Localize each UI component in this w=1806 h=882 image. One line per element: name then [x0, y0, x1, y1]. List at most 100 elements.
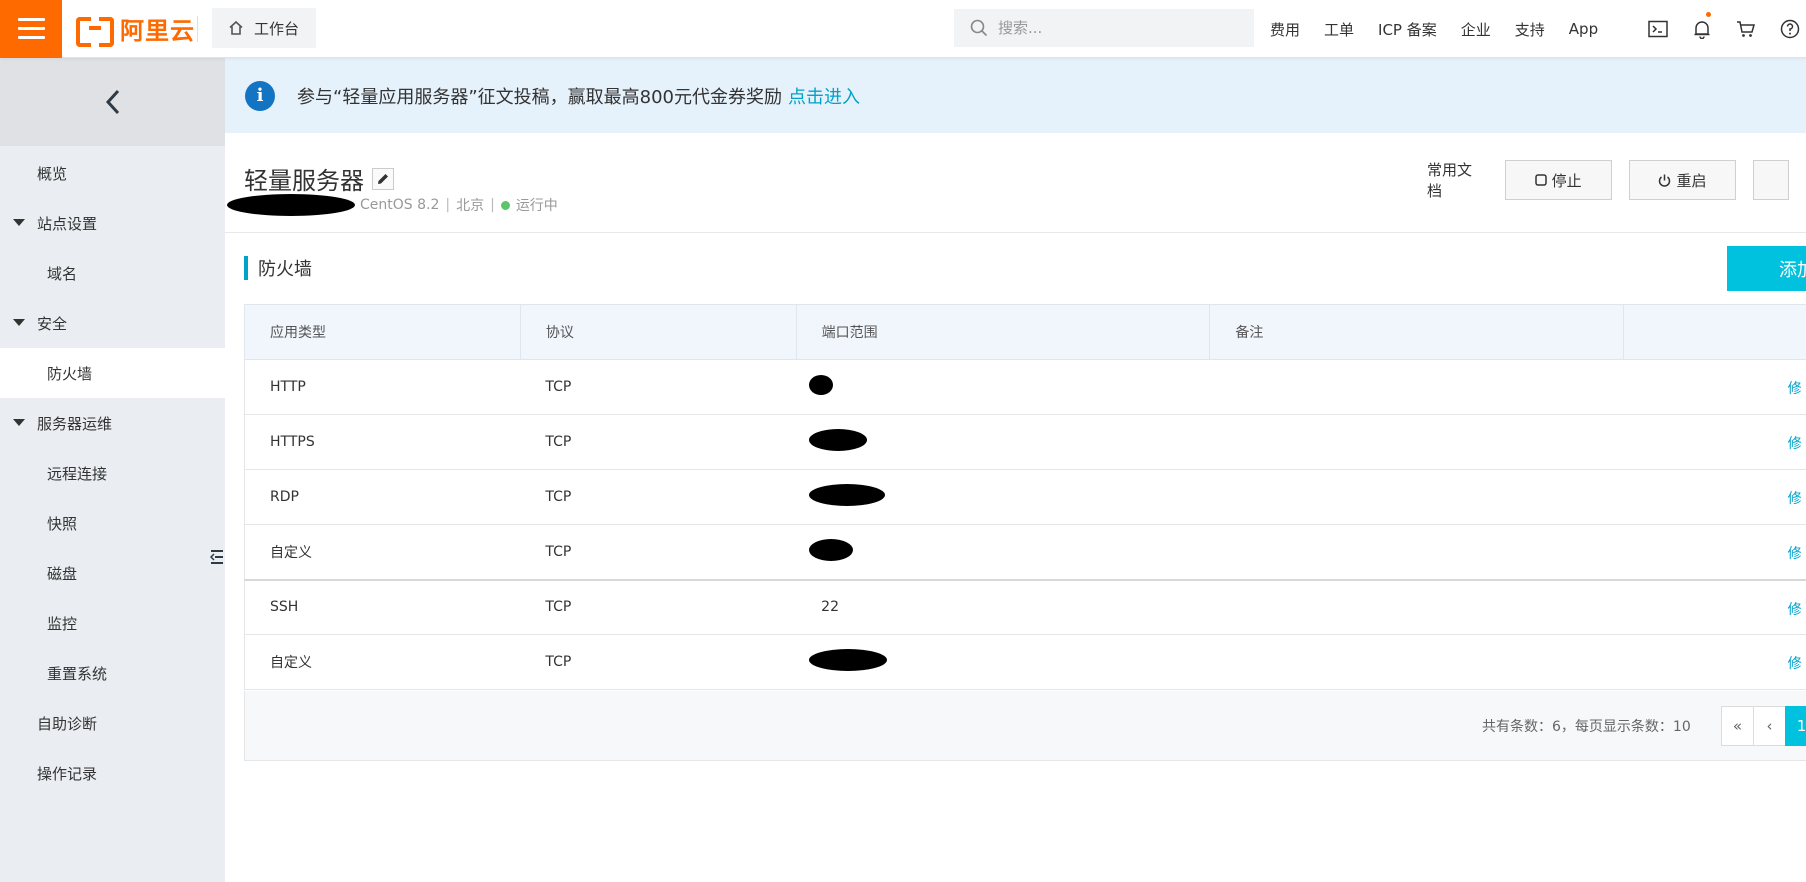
cart-icon[interactable] — [1724, 0, 1768, 58]
sidebar-item[interactable]: 站点设置 — [0, 198, 225, 248]
first-page-button[interactable]: « — [1721, 706, 1754, 746]
nav-enterprise[interactable]: 企业 — [1461, 19, 1491, 40]
nav-fees[interactable]: 费用 — [1270, 19, 1300, 40]
cell-note — [1209, 579, 1624, 635]
sidebar-item[interactable]: 重置系统 — [0, 648, 225, 698]
cell-note — [1209, 469, 1624, 525]
firewall-title: 防火墙 — [258, 259, 312, 280]
stop-label: 停止 — [1551, 171, 1582, 190]
sidebar: 概览 站点设置 域名 安全 防火墙 服务器运维远程连接快照磁盘监控 重置系统 自助诊断操作记录 — [0, 58, 227, 882]
pagination: « ‹ 1 — [1721, 706, 1806, 746]
more-action-button[interactable] — [1753, 160, 1790, 200]
server-os: CentOS 8.2 — [360, 197, 440, 213]
sidebar-item[interactable]: 自助诊断 — [0, 698, 225, 748]
caret-down-icon — [13, 419, 25, 426]
modify-link[interactable]: 修 — [1788, 543, 1802, 563]
modify-link[interactable]: 修 — [1788, 653, 1802, 673]
sidebar-item[interactable]: 域名 — [0, 248, 225, 298]
nav-tickets[interactable]: 工单 — [1324, 19, 1354, 40]
restart-button[interactable]: 重启 — [1628, 160, 1737, 200]
table-row: SSH TCP 22 修 — [244, 579, 1806, 635]
sidebar-item[interactable]: 远程连接 — [0, 448, 225, 498]
logo-text: 阿里云 — [120, 16, 195, 45]
sidebar-back-button[interactable] — [0, 58, 225, 146]
add-rule-button[interactable]: 添加 — [1727, 246, 1806, 291]
firewall-section-title: 防火墙 — [244, 256, 312, 280]
cell-protocol: TCP — [520, 579, 797, 635]
add-rule-label: 添加 — [1779, 259, 1806, 281]
sidebar-item-label: 磁盘 — [47, 564, 78, 583]
caret-down-icon — [13, 319, 25, 326]
cell-port-range — [796, 359, 1210, 415]
pencil-icon — [378, 173, 388, 184]
sidebar-item[interactable]: 监控 — [0, 598, 225, 648]
modify-link[interactable]: 修 — [1788, 378, 1802, 398]
stop-button[interactable]: 停止 — [1504, 160, 1612, 200]
workbench-button[interactable]: 工作台 — [212, 8, 316, 48]
cell-actions: 修 — [1623, 414, 1806, 470]
server-region: 北京 — [456, 198, 485, 214]
nav-icp[interactable]: ICP 备案 — [1378, 19, 1437, 40]
modify-link[interactable]: 修 — [1788, 488, 1802, 508]
cell-protocol: TCP — [520, 634, 797, 690]
nav-support[interactable]: 支持 — [1515, 19, 1545, 40]
sidebar-item-label: 远程连接 — [47, 464, 108, 483]
cell-actions: 修 — [1623, 524, 1806, 581]
redacted-ip — [227, 194, 355, 216]
modify-link[interactable]: 修 — [1788, 599, 1802, 619]
col-note: 备注 — [1209, 304, 1625, 360]
col-port-range: 端口范围 — [796, 304, 1211, 360]
sidebar-item-label: 操作记录 — [37, 764, 98, 783]
docs-link[interactable]: 常用文档 — [1427, 159, 1481, 201]
meta-separator: | — [490, 197, 495, 213]
terminal-icon[interactable] — [1636, 0, 1680, 58]
redacted-port — [809, 538, 854, 561]
redacted-port — [809, 484, 886, 506]
search-input[interactable] — [998, 19, 1238, 37]
status-dot — [500, 200, 510, 210]
cell-app-type: 自定义 — [244, 524, 521, 581]
table-header-row: 应用类型 协议 端口范围 备注 — [244, 304, 1806, 360]
power-icon — [1659, 174, 1671, 187]
col-app-type: 应用类型 — [244, 304, 521, 360]
sidebar-item[interactable]: 概览 — [0, 148, 225, 198]
notification-dot — [1706, 12, 1711, 17]
prev-page-button[interactable]: ‹ — [1753, 706, 1786, 746]
cell-app-type: HTTP — [244, 359, 521, 415]
sidebar-item[interactable]: 磁盘 — [0, 548, 225, 598]
pagination-info: 共有条数：6，每页显示条数：10 — [1482, 719, 1691, 735]
cell-port-range — [796, 634, 1210, 690]
sidebar-toggle-handle[interactable] — [207, 528, 227, 586]
server-meta: CentOS 8.2 | 北京 | 运行中 — [227, 194, 558, 216]
help-icon[interactable] — [1768, 0, 1806, 58]
modify-link[interactable]: 修 — [1788, 433, 1802, 453]
top-nav: 费用 工单 ICP 备案 企业 支持 App — [1270, 0, 1622, 58]
nav-app[interactable]: App — [1569, 20, 1598, 38]
current-page-button[interactable]: 1 — [1785, 706, 1806, 746]
sidebar-item[interactable]: 服务器运维 — [0, 398, 225, 448]
sidebar-item[interactable]: 安全 — [0, 298, 225, 348]
table-row: 自定义 TCP 修 — [244, 524, 1806, 581]
redacted-port — [809, 429, 868, 451]
logo-mark — [76, 17, 114, 47]
sidebar-item[interactable]: 防火墙 — [0, 348, 225, 398]
cell-port-range: 22 — [796, 579, 1210, 635]
banner-text: 参与“轻量应用服务器”征文投稿，赢取最高800元代金券奖励 — [297, 86, 783, 108]
col-protocol: 协议 — [520, 304, 797, 360]
section-accent-bar — [244, 256, 248, 280]
logo[interactable]: 阿里云 — [76, 12, 195, 47]
cell-actions: 修 — [1623, 579, 1806, 635]
workbench-label: 工作台 — [254, 19, 300, 38]
caret-down-icon — [13, 219, 25, 226]
bell-icon[interactable] — [1680, 0, 1724, 58]
banner-link[interactable]: 点击进入 — [788, 83, 860, 109]
cell-protocol: TCP — [520, 469, 797, 525]
sidebar-item[interactable]: 操作记录 — [0, 748, 225, 798]
chevron-left-icon — [105, 89, 119, 115]
table-row: HTTP TCP 修 — [244, 359, 1806, 415]
sidebar-item[interactable]: 快照 — [0, 498, 225, 548]
menu-icon[interactable] — [0, 0, 62, 58]
edit-name-button[interactable] — [372, 167, 394, 190]
cell-actions: 修 — [1623, 469, 1806, 525]
col-actions — [1623, 304, 1806, 360]
